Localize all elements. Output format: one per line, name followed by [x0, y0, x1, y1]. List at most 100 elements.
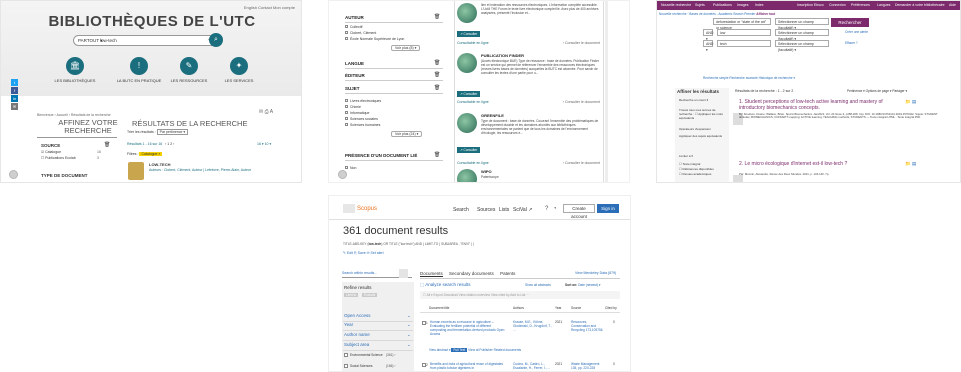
nav-lists[interactable]: Lists	[499, 207, 509, 213]
results-per-page[interactable]: 16 ▾ 10 ▾	[257, 142, 271, 146]
consult-button[interactable]: ↗ Consulter	[457, 31, 481, 37]
nav-login[interactable]: Connexion	[829, 3, 846, 7]
search-scope-select[interactable]: PARTOUT ▾	[78, 38, 102, 44]
facet-item[interactable]: ☐ Publications Ecolab 3	[41, 156, 99, 160]
source-link[interactable]: Resources, Conservation and Recycling 17…	[571, 320, 605, 332]
col-year[interactable]: Year	[555, 306, 561, 310]
create-account-button[interactable]: Create account	[563, 204, 595, 219]
sort-control[interactable]: Trier les résultats : Par pertinence ▾	[127, 129, 189, 135]
bell-icon[interactable]: ◔	[553, 206, 557, 212]
consult-link[interactable]: › Consulter le document	[563, 161, 600, 165]
facet-item[interactable]: Chimie	[345, 105, 361, 109]
record-title[interactable]: GREENFILE	[481, 113, 504, 118]
results-toolbar[interactable]: ☐ All ▾ Export Download View citation ov…	[420, 291, 620, 299]
facet-heading[interactable]: Subject area	[344, 342, 369, 347]
sign-in-button[interactable]: Sign in	[597, 204, 619, 213]
search-bar[interactable]: PARTOUT ▾ low-tech ×	[73, 35, 221, 46]
checkbox[interactable]	[345, 123, 348, 126]
search-within-button[interactable]	[399, 269, 408, 278]
query-input-2[interactable]: low	[717, 29, 771, 36]
search-mode-links[interactable]: Recherche simple Recherche avancée Histo…	[703, 76, 795, 80]
chevron-down-icon[interactable]: ⌄	[407, 322, 411, 328]
nav-publications[interactable]: Publications	[713, 3, 732, 7]
nav-index[interactable]: Index	[755, 3, 764, 7]
search-button[interactable]: ⌕	[209, 33, 223, 47]
source-link[interactable]: Waste Management 135, pp. 220-228	[571, 362, 605, 370]
nav-search[interactable]: Search	[453, 207, 469, 213]
row-links[interactable]: View abstract ▾ Full Text View at Publis…	[429, 348, 521, 352]
page-tools[interactable]: ✉ ⎙ A	[259, 109, 273, 115]
operator-select-2[interactable]: AND ▾	[703, 29, 713, 41]
results-options[interactable]: Pertinence ▾ Options de page ▾ Partager …	[847, 89, 907, 93]
authors-link[interactable]: Cucina, M., Castro, L., Escalante, H., F…	[513, 362, 553, 370]
tab-documents[interactable]: Documents	[420, 271, 443, 277]
checkbox[interactable]	[345, 105, 348, 108]
subject-option[interactable]: Environmental Science (361) ›	[344, 353, 410, 358]
refine-option[interactable]: Appliquer des sujets équivalents	[679, 134, 727, 138]
refine-option[interactable]: Trouvé tous mes termes de recherche : ☐ …	[679, 108, 727, 120]
refine-option[interactable]: ☐ Revues académiques	[679, 172, 727, 176]
breadcrumb[interactable]: Bienvenue › Accueil › Résultats de la re…	[37, 113, 111, 117]
clear-link[interactable]: Effacer ?	[845, 41, 858, 45]
refine-option[interactable]: Opérateurs d'expansion	[679, 127, 727, 131]
refine-option[interactable]: ☐ Références disponibles	[679, 167, 727, 171]
nav-new-search[interactable]: Nouvelle recherche	[661, 3, 691, 7]
nav-subjects[interactable]: Sujets	[695, 3, 705, 7]
field-select-2[interactable]: Sélectionner un champ (facultatif) ▾	[775, 29, 829, 41]
folder-icon[interactable]: 📁 ▤	[905, 99, 916, 105]
book-cover[interactable]	[128, 162, 144, 180]
refine-option[interactable]: ☐ Texte intégral	[679, 162, 727, 166]
document-title-link[interactable]: Benefits and risks of agricultural reuse…	[430, 362, 508, 370]
trash-icon[interactable]: 🗑	[434, 85, 440, 91]
checkbox[interactable]	[345, 37, 348, 40]
mail-icon[interactable]: ✉	[11, 103, 18, 110]
facet-item[interactable]: Non	[345, 166, 356, 170]
nav-sources[interactable]: Sources	[477, 207, 495, 213]
category-bibliotheques[interactable]: 🏛 LES BIBLIOTHÈQUES	[45, 57, 105, 83]
help-icon[interactable]: ?	[545, 206, 548, 212]
scrollbar[interactable]	[605, 1, 608, 182]
facet-heading[interactable]: Year	[344, 322, 353, 327]
show-more-button[interactable]: Voir plus (24) ▾	[391, 131, 423, 137]
checkbox[interactable]	[345, 111, 348, 114]
result-title[interactable]: 2. Le micro écologique d'internet est-il…	[739, 161, 909, 167]
search-input[interactable]: low-tech	[100, 38, 117, 43]
result-title[interactable]: LOW-TECH	[149, 162, 170, 167]
query-input-1[interactable]: deforestation or "state of the art" or s…	[713, 18, 771, 30]
record-thumbnail[interactable]	[457, 53, 477, 73]
checkbox[interactable]	[345, 31, 348, 34]
nav-images[interactable]: Images	[737, 3, 748, 7]
facet-item[interactable]: Clobert, Clément	[345, 31, 376, 35]
facet-item[interactable]: ☑ Catalogue 16	[41, 150, 101, 154]
col-authors[interactable]: Authors	[513, 306, 524, 310]
linkedin-icon[interactable]: in	[11, 95, 18, 102]
operator-select-3[interactable]: AND ▾	[703, 40, 713, 52]
chevron-down-icon[interactable]: ⌄	[407, 342, 411, 348]
nav-help[interactable]: Aide	[949, 3, 956, 7]
sort-control[interactable]: Sort on: Date (newest) ▾	[565, 283, 600, 287]
facet-item[interactable]: Sciences humaines	[345, 123, 380, 127]
result-authors[interactable]: Auteurs : Clobert, Clément, Auteur | Lef…	[149, 168, 259, 173]
record-thumbnail[interactable]	[457, 113, 477, 133]
consult-link[interactable]: › Consulter le document	[563, 41, 600, 45]
nav-ask[interactable]: Demander à votre bibliothécaire	[895, 3, 945, 7]
fulltext-button[interactable]: Full Text	[451, 348, 468, 352]
authors-link[interactable]: Krause, M.E., Kühne, Glodzinski, D., Kru…	[513, 320, 553, 332]
filter-tag[interactable]: Catalogue ×	[139, 152, 163, 156]
facet-item[interactable]: Informatique	[345, 111, 369, 115]
facet-item[interactable]: Collectif	[345, 25, 362, 29]
trash-icon[interactable]: 🗑	[434, 72, 440, 78]
checkbox[interactable]	[345, 166, 348, 169]
checkbox[interactable]	[344, 364, 348, 369]
consult-button[interactable]: ↗ Consulter	[457, 147, 481, 153]
facet-item[interactable]: Sciences sociales	[345, 117, 378, 121]
facet-item[interactable]: École Normale Supérieure de Lyon	[345, 37, 404, 41]
show-abstracts-link[interactable]: Show all abstracts	[525, 283, 551, 287]
results-pager[interactable]: Résultats 1 - 16 sur 16 ‹ 1 2 ›	[127, 142, 174, 146]
folder-icon[interactable]: 📁 ▤	[905, 161, 916, 167]
refine-option[interactable]: Recherche en cours ▾	[679, 98, 727, 102]
trash-icon[interactable]: 🗑	[104, 142, 110, 148]
chevron-down-icon[interactable]: ⌄	[407, 313, 411, 319]
consult-link[interactable]: › Consulter le document	[563, 100, 600, 104]
checkbox[interactable]	[345, 117, 348, 120]
